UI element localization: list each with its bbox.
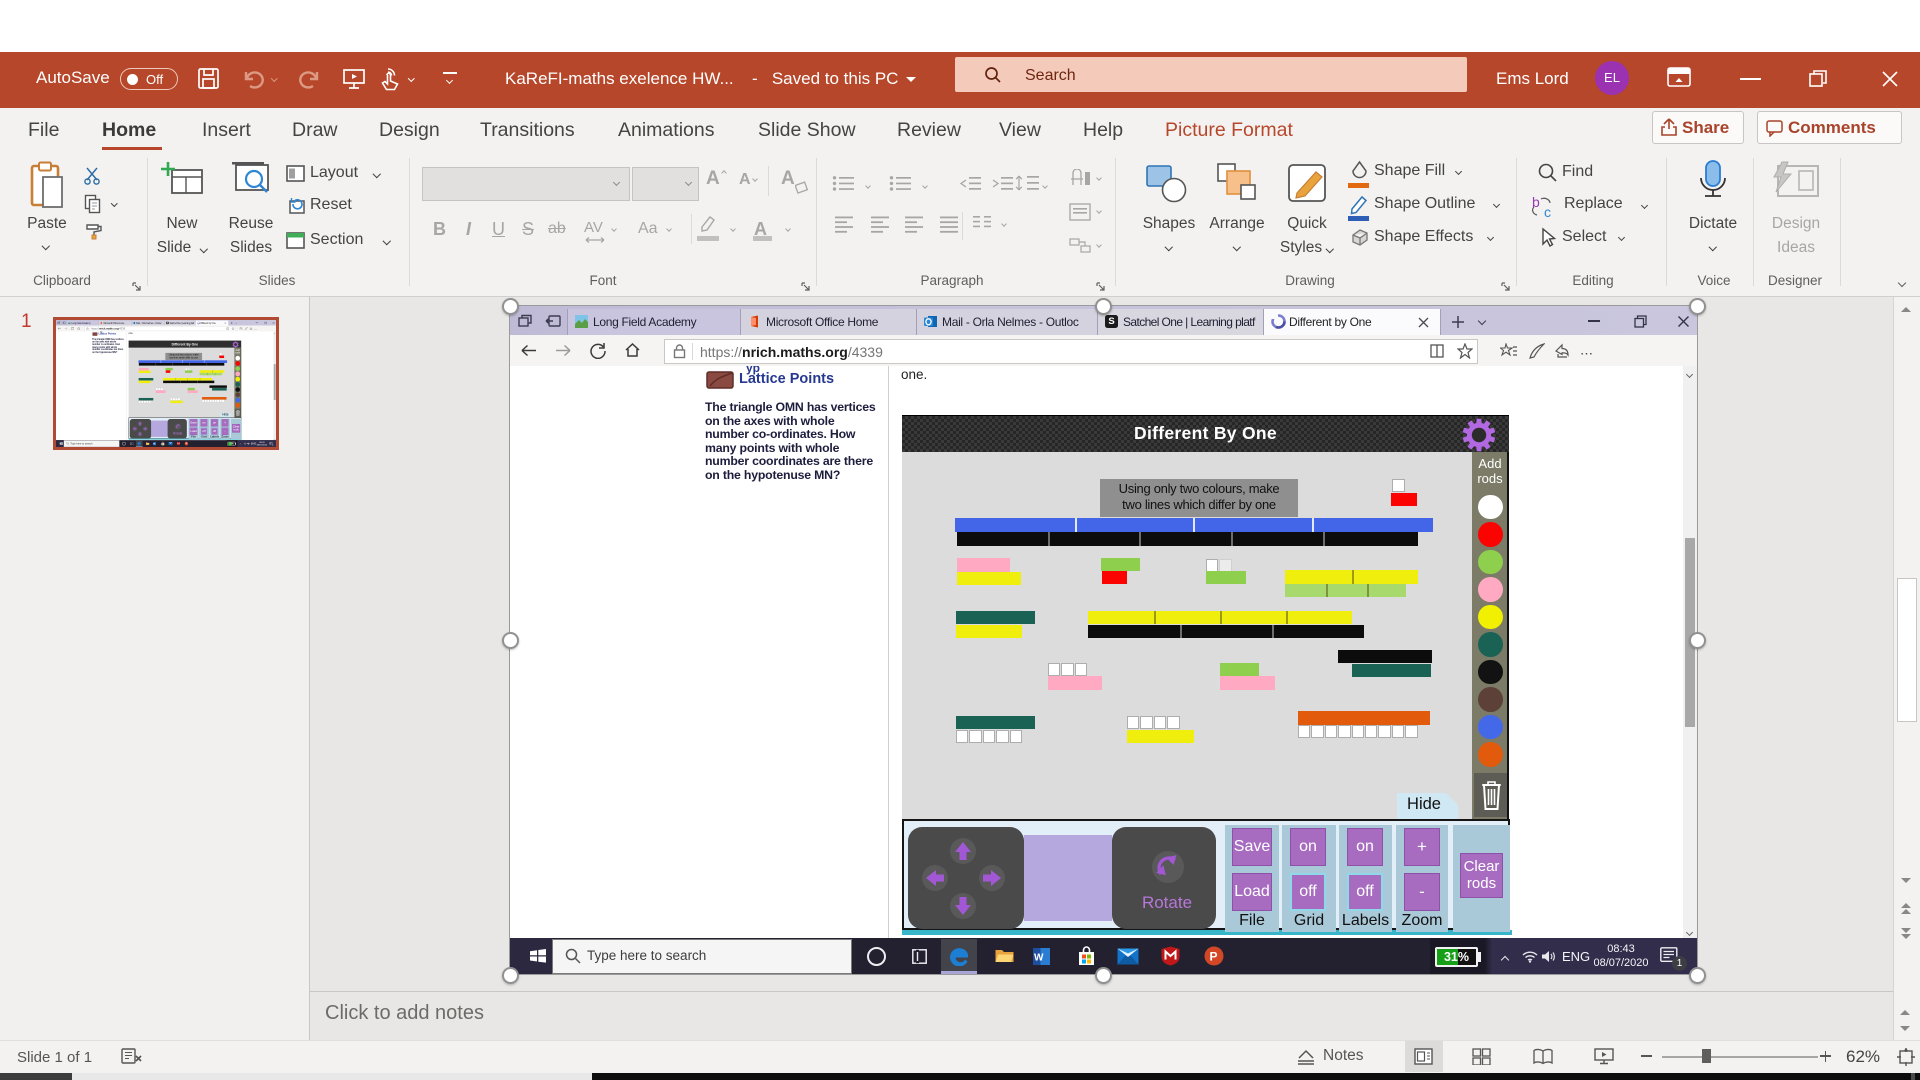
svg-text:c: c	[1544, 204, 1551, 219]
svg-text:P: P	[1210, 950, 1218, 964]
svg-text:W: W	[1034, 953, 1044, 964]
svg-text:W: W	[153, 443, 155, 445]
